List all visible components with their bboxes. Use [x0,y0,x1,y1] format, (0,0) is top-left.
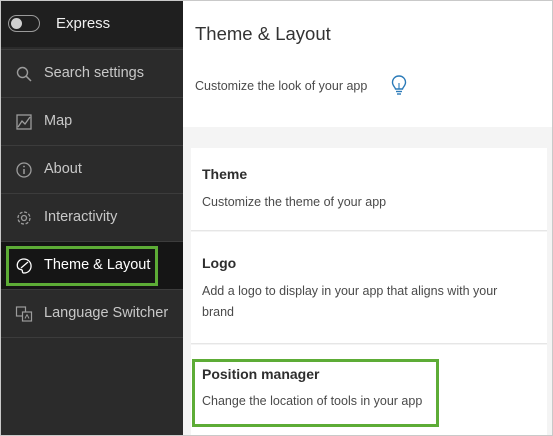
sidebar-item-label: About [44,161,82,177]
card-title: Theme [202,166,248,182]
express-toggle-row: Express [1,1,183,47]
card-title: Logo [202,255,237,271]
sidebar-item-label: Language Switcher [44,305,169,321]
language-icon [15,305,33,323]
card-description: Customize the theme of your app [202,195,387,209]
sidebar-item-label: Interactivity [44,209,118,225]
sidebar-item-label: Map [44,113,73,129]
theme-layout-highlight [6,246,158,286]
search-icon [15,65,33,83]
lightbulb-icon[interactable] [390,74,408,98]
sidebar-item-interactivity[interactable]: Interactivity [1,193,183,241]
map-icon [15,113,33,131]
theme-card[interactable]: Theme Customize the theme of your app [191,147,547,237]
sidebar-item-map[interactable]: Map [1,97,183,145]
sidebar-item-language-switcher[interactable]: Language Switcher [1,289,183,337]
position-manager-highlight [192,359,439,427]
page-title: Theme & Layout [195,23,331,44]
info-icon [15,161,33,179]
sidebar-item-search-settings[interactable]: Search settings [1,49,183,97]
sidebar: Express Search settings Map About Intera [1,1,183,435]
sidebar-item-about[interactable]: About [1,145,183,193]
app-window: Express Search settings Map About Intera [0,0,553,436]
sidebar-empty-space [1,337,183,435]
gear-icon [15,209,33,227]
page-subtitle: Customize the look of your app [195,79,368,93]
toggle-knob [11,18,22,29]
sidebar-item-label: Search settings [44,65,144,81]
logo-card[interactable]: Logo Add a logo to display in your app t… [191,231,547,343]
express-toggle[interactable] [8,15,40,32]
card-description: Add a logo to display in your app that a… [202,284,498,319]
express-label: Express [56,15,111,32]
panel-header: Theme & Layout Customize the look of you… [183,1,552,127]
